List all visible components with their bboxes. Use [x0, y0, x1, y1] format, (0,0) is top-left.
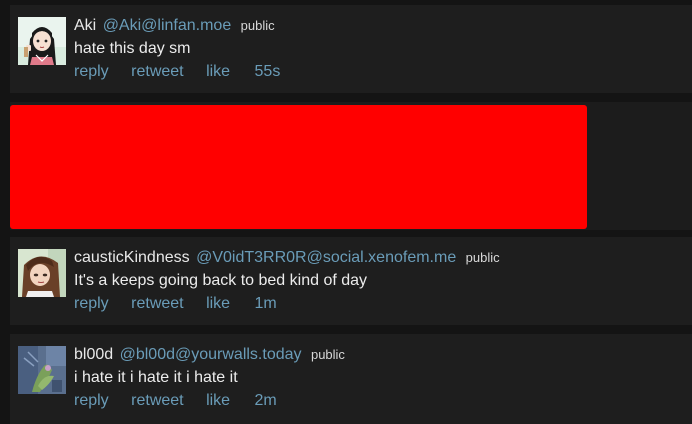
author-handle[interactable]: @bl00d@yourwalls.today — [120, 346, 302, 363]
post-content: Aki @Aki@linfan.moe public hate this day… — [74, 15, 684, 83]
post-timestamp[interactable]: 55s — [255, 63, 281, 80]
blue-plant-avatar-icon — [18, 346, 66, 394]
post-card: Aki @Aki@linfan.moe public hate this day… — [10, 5, 692, 93]
post-header: causticKindness @V0idT3RR0R@social.xenof… — [74, 247, 684, 269]
timeline: Aki @Aki@linfan.moe public hate this day… — [0, 0, 692, 424]
like-button[interactable]: like — [206, 392, 230, 409]
like-button[interactable]: like — [206, 295, 230, 312]
retweet-button[interactable]: retweet — [131, 295, 183, 312]
brown-hair-avatar-icon — [18, 249, 66, 297]
post-timestamp[interactable]: 2m — [255, 392, 277, 409]
avatar[interactable] — [18, 249, 66, 297]
anime-girl-avatar-icon — [18, 17, 66, 65]
author-name[interactable]: bl00d — [74, 346, 113, 363]
post-header: Aki @Aki@linfan.moe public — [74, 15, 684, 37]
retweet-button[interactable]: retweet — [131, 63, 183, 80]
retweet-button[interactable]: retweet — [131, 392, 183, 409]
post-header: bl00d @bl00d@yourwalls.today public — [74, 344, 684, 366]
avatar[interactable] — [18, 346, 66, 394]
visibility-label: public — [240, 18, 275, 33]
avatar[interactable] — [18, 17, 66, 65]
reply-button[interactable]: reply — [74, 63, 109, 80]
author-name[interactable]: causticKindness — [74, 249, 190, 266]
author-name[interactable]: Aki — [74, 17, 96, 34]
visibility-label: public — [465, 250, 500, 265]
author-handle[interactable]: @Aki@linfan.moe — [103, 17, 232, 34]
post-text: i hate it i hate it i hate it — [74, 369, 238, 386]
post-content: causticKindness @V0idT3RR0R@social.xenof… — [74, 247, 684, 315]
post-content: bl00d @bl00d@yourwalls.today public i ha… — [74, 344, 684, 412]
post-timestamp[interactable]: 1m — [255, 295, 277, 312]
redacted-post-card — [10, 102, 692, 230]
reply-button[interactable]: reply — [74, 295, 109, 312]
post-text: It's a keeps going back to bed kind of d… — [74, 272, 368, 289]
visibility-label: public — [310, 347, 345, 362]
post-text: hate this day sm — [74, 40, 191, 57]
post-card: causticKindness @V0idT3RR0R@social.xenof… — [10, 237, 692, 325]
post-actions: reply retweet like 55s — [74, 61, 684, 83]
redaction-block — [10, 105, 587, 229]
author-handle[interactable]: @V0idT3RR0R@social.xenofem.me — [196, 249, 456, 266]
reply-button[interactable]: reply — [74, 392, 109, 409]
post-actions: reply retweet like 2m — [74, 390, 684, 412]
post-actions: reply retweet like 1m — [74, 293, 684, 315]
like-button[interactable]: like — [206, 63, 230, 80]
post-card: bl00d @bl00d@yourwalls.today public i ha… — [10, 334, 692, 424]
